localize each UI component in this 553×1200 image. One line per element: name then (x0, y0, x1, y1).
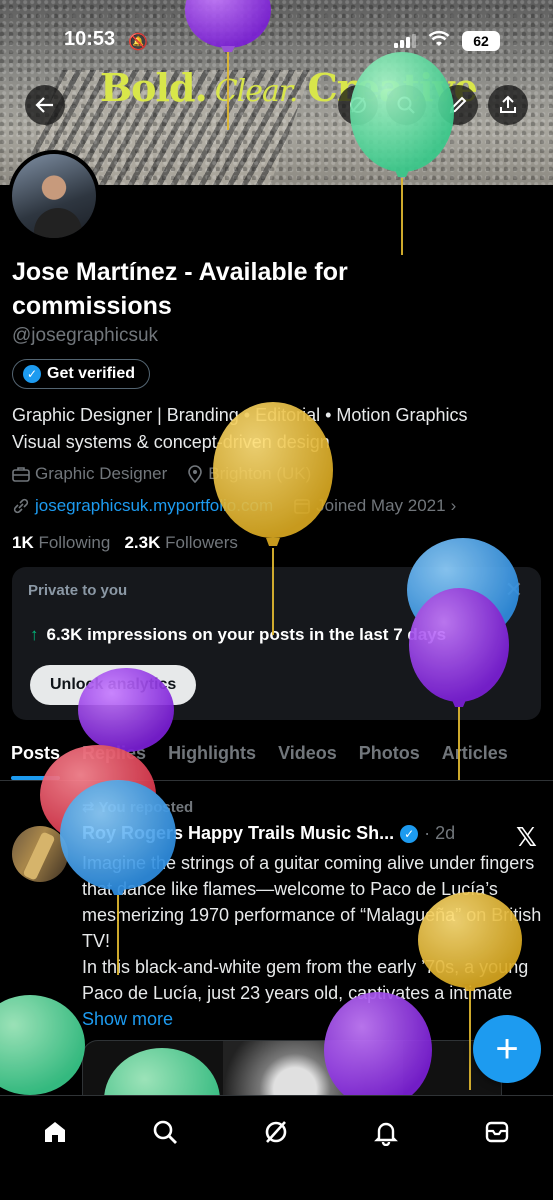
followers-count: 2.3K (124, 533, 161, 552)
private-card-label: Private to you (28, 582, 128, 599)
nav-notifications[interactable] (366, 1112, 406, 1152)
share-icon (500, 95, 516, 113)
tab-photos[interactable]: Photos (348, 731, 431, 780)
profile-tabs: Posts Replies Highlights Videos Photos A… (0, 731, 553, 781)
pencil-icon (449, 96, 467, 114)
status-time: 10:53 (64, 28, 116, 50)
calendar-icon (294, 499, 310, 514)
bottom-navigation (0, 1095, 553, 1200)
back-button[interactable] (25, 85, 65, 125)
post-author-avatar[interactable] (12, 826, 68, 882)
share-button[interactable] (488, 85, 528, 125)
mail-icon (485, 1121, 509, 1143)
category-item: Graphic Designer (12, 464, 167, 484)
tab-articles[interactable]: Articles (431, 731, 519, 780)
x-logo-icon[interactable]: 𝕏 (516, 822, 537, 853)
profile-meta-row-1: Graphic Designer Brighton (UK) (12, 464, 311, 484)
status-bar: 10:53 🔕 62 (0, 28, 553, 56)
impressions-text: 6.3K impressions on your posts in the la… (46, 625, 447, 644)
profile-bio: Graphic Designer | Branding • Editorial … (12, 402, 542, 456)
search-button[interactable] (386, 85, 426, 125)
banner-word-2: Clear. (214, 74, 299, 109)
followers-label: Followers (165, 533, 238, 552)
tab-posts[interactable]: Posts (0, 731, 71, 780)
tab-highlights[interactable]: Highlights (157, 731, 267, 780)
post-text: Imagine the strings of a guitar coming a… (82, 850, 547, 1032)
close-icon[interactable]: ✕ (505, 577, 523, 603)
get-verified-button[interactable]: ✓ Get verified (12, 359, 151, 389)
grok-button[interactable] (338, 85, 378, 125)
post-time: · 2d (424, 823, 456, 843)
compose-button[interactable]: + (473, 1015, 541, 1083)
repost-label: You reposted (98, 799, 194, 816)
location-pin-icon (188, 465, 203, 483)
battery-indicator: 62 (462, 31, 500, 51)
nav-messages[interactable] (477, 1112, 517, 1152)
post-text-paragraph-2: In this black-and-white gem from the ear… (82, 957, 529, 1003)
arrow-left-icon (35, 97, 53, 113)
profile-category: Graphic Designer (35, 464, 168, 483)
briefcase-icon (12, 467, 30, 482)
verified-badge-icon: ✓ (400, 824, 419, 843)
search-icon (153, 1120, 177, 1144)
link-icon (13, 498, 29, 514)
profile-meta-row-2: josegraphicsuk.myportfolio.com Joined Ma… (12, 496, 456, 516)
post-author-name[interactable]: Roy Rogers Happy Trails Music Sh... (82, 823, 394, 844)
tab-replies[interactable]: Replies (71, 731, 157, 780)
follow-counts: 1K Following 2.3K Followers (12, 533, 238, 553)
search-icon (397, 96, 415, 114)
nav-grok[interactable] (256, 1112, 296, 1152)
home-icon (45, 1122, 65, 1142)
profile-joined: Joined May 2021 (316, 496, 446, 515)
nav-home[interactable] (35, 1112, 75, 1152)
profile-avatar[interactable] (8, 150, 100, 242)
bell-icon (374, 1122, 398, 1146)
profile-name: Jose Martínez - Available for commission… (12, 258, 348, 320)
post-text-paragraph-1: Imagine the strings of a guitar coming a… (82, 853, 542, 951)
arrow-up-icon: ↑ (30, 625, 39, 644)
plus-icon: + (495, 1026, 519, 1071)
tab-videos[interactable]: Videos (267, 731, 348, 780)
grok-icon (350, 97, 366, 113)
following-label: Following (38, 533, 111, 552)
bio-line-1: Graphic Designer | Branding • Editorial … (12, 405, 468, 425)
following-link[interactable]: 1K Following (12, 533, 110, 552)
signal-icon (394, 34, 416, 48)
get-verified-label: Get verified (47, 365, 136, 382)
private-analytics-card: Private to you ✕ ↑ 6.3K impressions on y… (12, 567, 541, 720)
unlock-analytics-button[interactable]: Unlock analytics (30, 665, 197, 705)
following-count: 1K (12, 533, 34, 552)
post-header: Roy Rogers Happy Trails Music Sh... ✓ · … (82, 823, 482, 844)
website-item[interactable]: josegraphicsuk.myportfolio.com (12, 496, 273, 516)
show-more-link[interactable]: Show more (82, 1009, 173, 1029)
followers-link[interactable]: 2.3K Followers (124, 533, 237, 552)
nav-search[interactable] (145, 1112, 185, 1152)
bio-line-2: Visual systems & concept-driven design (12, 432, 330, 452)
location-item: Brighton (UK) (187, 464, 311, 484)
verified-badge-icon: ✓ (23, 365, 41, 383)
repost-indicator: ⇄ You reposted (82, 799, 194, 816)
wifi-icon (428, 30, 450, 54)
joined-item: Joined May 2021 › (293, 496, 456, 516)
silent-mode-icon: 🔕 (128, 34, 148, 51)
profile-handle: @josegraphicsuk (12, 325, 159, 346)
banner-word-1: Bold. (100, 65, 208, 110)
profile-location: Brighton (UK) (208, 464, 312, 483)
edit-button[interactable] (438, 85, 478, 125)
grok-icon (265, 1121, 287, 1143)
impressions-row: ↑ 6.3K impressions on your posts in the … (30, 625, 446, 645)
chevron-right-icon: › (450, 496, 457, 515)
profile-website-link[interactable]: josegraphicsuk.myportfolio.com (35, 496, 273, 516)
